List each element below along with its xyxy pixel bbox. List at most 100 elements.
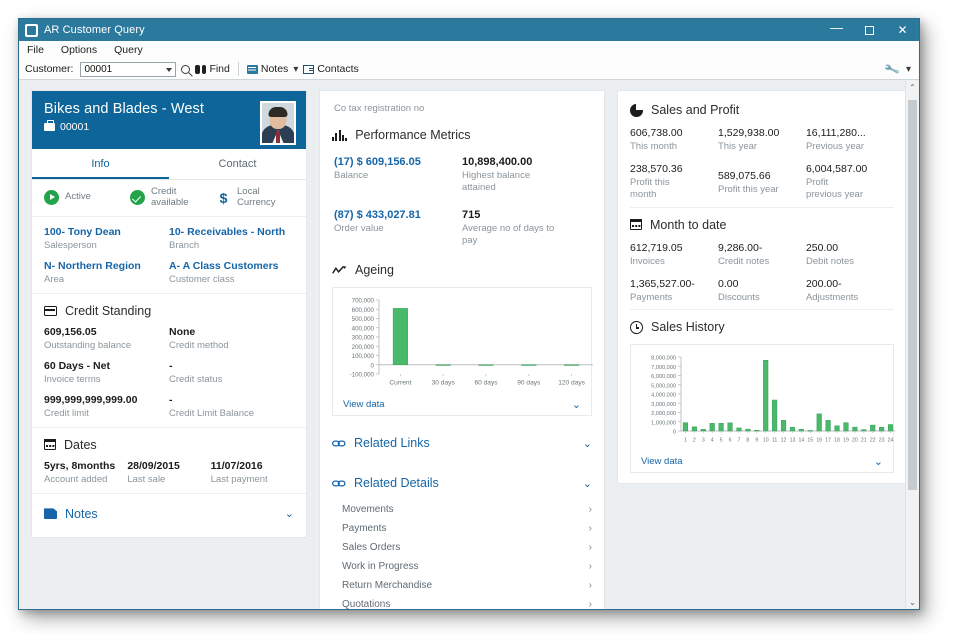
field-branch[interactable]: 10- Receivables - North Branch [169, 226, 294, 251]
field-customer-class-value: A- A Class Customers [169, 259, 279, 272]
sales-history-chart: 0 1,000,000 2,000,000 3,000,000 4,000,000 5,0… [651, 356, 895, 444]
svg-text:13: 13 [790, 438, 796, 444]
credit-row: 609,156.05 Outstanding balance None Cred… [44, 326, 294, 351]
svg-text:9: 9 [755, 438, 758, 444]
field-salesperson[interactable]: 100- Tony Dean Salesperson [44, 226, 169, 251]
svg-text:20: 20 [852, 438, 858, 444]
field-branch-label: Branch [169, 239, 200, 251]
chevron-down-icon[interactable]: ⌄ [572, 398, 581, 411]
metric-balance[interactable]: (17) $ 609,156.05 Balance [334, 156, 462, 195]
svg-text:18: 18 [834, 438, 840, 444]
list-item-label: Movements [342, 504, 394, 516]
sales-history-view-data-link[interactable]: View data [641, 456, 683, 467]
svg-text:1: 1 [684, 438, 687, 444]
scrollbar-thumb[interactable] [908, 100, 917, 490]
check-circle-icon [130, 190, 145, 206]
dates-row: 5yrs, 8months Account added 28/09/2015 L… [44, 460, 294, 485]
find-button[interactable]: Find [195, 63, 230, 75]
list-item-label: Payments [342, 523, 387, 535]
customer-input[interactable]: 00001 [80, 61, 177, 77]
menu-item-file[interactable]: File [27, 44, 44, 56]
menu-item-query[interactable]: Query [114, 44, 143, 56]
chevron-down-icon[interactable]: ⌄ [285, 507, 294, 520]
cell-this-month: 606,738.00 This month [630, 127, 718, 153]
chevron-down-icon[interactable]: ⌄ [583, 437, 592, 450]
svg-text:6: 6 [729, 438, 732, 444]
notes-dropdown-caret[interactable]: ▾ [293, 64, 298, 75]
scroll-down-button[interactable]: ⌄ [906, 595, 919, 609]
field-credit-status-value: - [169, 359, 173, 372]
search-icon[interactable] [181, 64, 191, 74]
list-item-movements[interactable]: Movements › [342, 500, 592, 519]
dates-fields: 5yrs, 8months Account added 28/09/2015 L… [32, 458, 306, 494]
scroll-up-button[interactable]: ⌃ [906, 80, 919, 94]
list-item-work-in-progress[interactable]: Work in Progress › [342, 557, 592, 576]
status-credit-available: Credit available [130, 186, 210, 209]
application-window: AR Customer Query — ✕ File Options Query… [18, 18, 920, 610]
sales-profit-grid: 606,738.00 This month 1,529,938.00 This … [618, 123, 906, 201]
field-area[interactable]: N- Northern Region Area [44, 260, 169, 285]
field-salesperson-label: Salesperson [44, 239, 97, 251]
cell-previous-year: 16,111,280... Previous year [806, 127, 894, 153]
svg-text:0: 0 [371, 363, 375, 370]
svg-text:5: 5 [720, 438, 723, 444]
svg-text:8: 8 [746, 438, 749, 444]
cell-this-year-value: 1,529,938.00 [717, 127, 780, 139]
status-currency-label: Local Currency [237, 186, 276, 208]
related-details-header[interactable]: Related Details ⌄ [320, 456, 604, 496]
avatar [260, 101, 296, 145]
list-item-return-merchandise[interactable]: Return Merchandise › [342, 576, 592, 595]
chevron-right-icon: › [588, 542, 592, 554]
cell-debit-notes-label: Debit notes [805, 255, 855, 267]
metric-avg-days-pay: 715 Average no of days to pay [462, 209, 590, 248]
chevron-right-icon: › [588, 523, 592, 535]
field-credit-limit-balance: - Credit Limit Balance [169, 394, 294, 419]
minimize-button[interactable]: — [820, 19, 853, 41]
ageing-view-data-link[interactable]: View data [343, 399, 385, 410]
list-item-sales-orders[interactable]: Sales Orders › [342, 538, 592, 557]
list-item-payments[interactable]: Payments › [342, 519, 592, 538]
svg-text:10: 10 [763, 438, 769, 444]
maximize-button[interactable] [853, 19, 886, 41]
field-customer-class[interactable]: A- A Class Customers Customer class [169, 260, 294, 285]
performance-metrics-title: Performance Metrics [355, 128, 471, 142]
vertical-scrollbar[interactable]: ⌃ ⌄ [905, 80, 919, 609]
notes-section-header[interactable]: Notes ⌄ [32, 494, 306, 537]
title-bar: AR Customer Query — ✕ [19, 19, 919, 41]
field-outstanding-balance: 609,156.05 Outstanding balance [44, 326, 169, 351]
cell-discounts: 0.00 Discounts [718, 278, 806, 304]
co-tax-section: Co tax registration no [320, 91, 604, 114]
menu-item-options[interactable]: Options [61, 44, 97, 56]
wrench-icon[interactable]: 🔧 [883, 61, 901, 77]
chevron-down-icon[interactable]: ⌄ [874, 455, 883, 468]
tab-contact[interactable]: Contact [169, 149, 306, 179]
related-links-header[interactable]: Related Links ⌄ [320, 416, 604, 456]
status-active-label: Active [65, 191, 91, 203]
chevron-right-icon: › [588, 561, 592, 573]
contacts-button[interactable]: Contacts [303, 63, 359, 75]
notes-button[interactable]: Notes [246, 63, 288, 75]
customer-header: Bikes and Blades - West 00001 [32, 91, 306, 149]
sales-profit-header: Sales and Profit [618, 91, 906, 123]
close-button[interactable]: ✕ [886, 19, 919, 41]
toolbar-right-group: 🔧 ▾ [883, 61, 919, 77]
tab-info[interactable]: Info [32, 149, 169, 179]
chevron-down-icon[interactable]: ⌄ [583, 477, 592, 490]
field-credit-status: - Credit status [169, 360, 294, 385]
toolbar-overflow-caret[interactable]: ▾ [906, 64, 911, 75]
cell-credit-notes-value: 9,286.00- [717, 241, 763, 254]
content-area: Bikes and Blades - West 00001 Info Conta… [19, 80, 919, 609]
list-item-quotations[interactable]: Quotations › [342, 595, 592, 609]
cell-profit-this-year-value: 589,075.66 [717, 169, 771, 182]
info-tabs: Info Contact [32, 149, 306, 180]
ageing-chart-footer: View data ⌄ [343, 398, 581, 411]
metric-row: (17) $ 609,156.05 Balance 10,898,400.00 … [320, 156, 604, 195]
cell-invoices-label: Invoices [630, 255, 665, 267]
sales-history-title: Sales History [651, 320, 725, 335]
svg-text:15: 15 [807, 438, 813, 444]
chevron-right-icon: › [588, 599, 592, 609]
metric-order-value[interactable]: (87) $ 433,027.81 Order value [334, 209, 462, 248]
status-currency: $ Local Currency [216, 186, 296, 209]
list-item-label: Sales Orders [342, 542, 401, 554]
svg-text:19: 19 [843, 438, 849, 444]
